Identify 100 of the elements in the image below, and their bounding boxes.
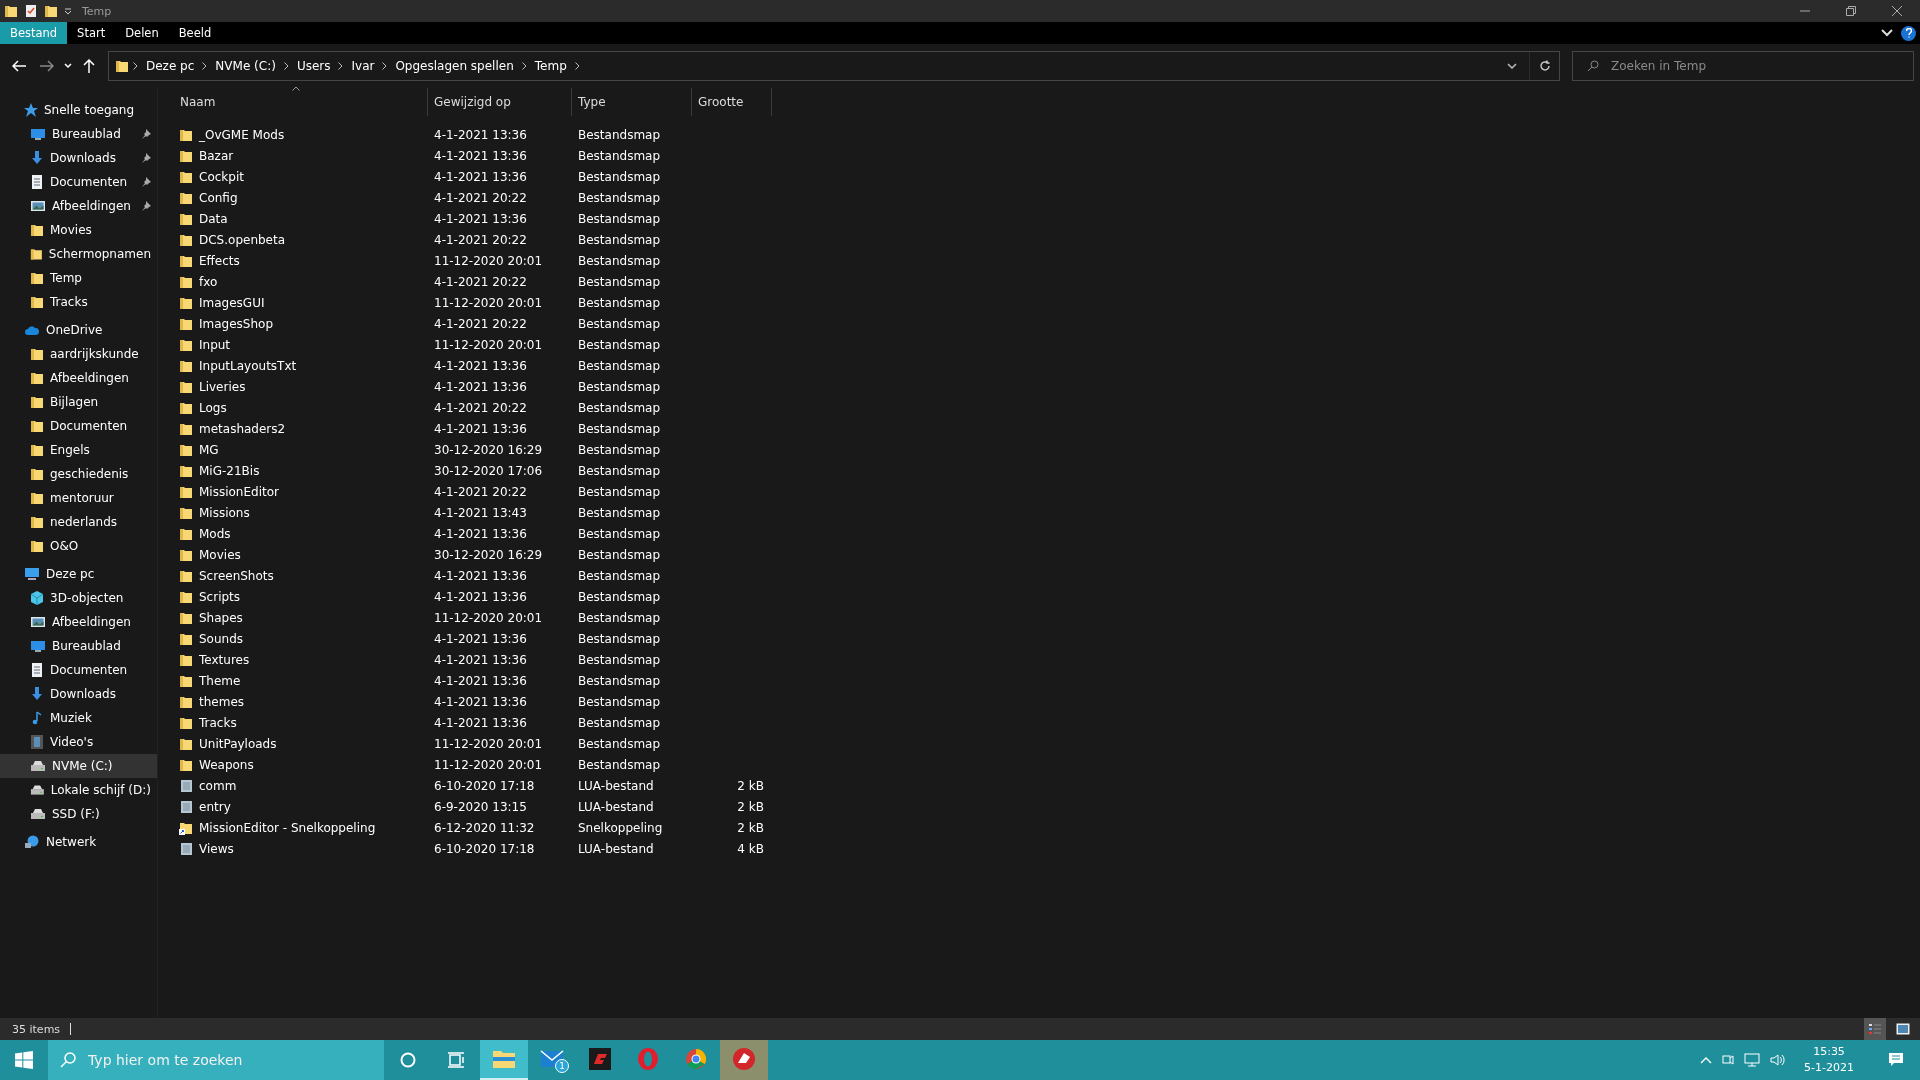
sidebar-item[interactable]: NVMe (C:) xyxy=(0,754,157,778)
file-name[interactable]: Input xyxy=(199,337,231,352)
game-logo-icon[interactable] xyxy=(733,1048,755,1070)
file-name[interactable]: comm xyxy=(199,778,237,793)
file-name[interactable]: Config xyxy=(199,190,238,205)
sidebar-item[interactable]: mentoruur xyxy=(0,486,157,510)
sidebar-item[interactable]: Muziek xyxy=(0,706,157,730)
volume-icon[interactable] xyxy=(1770,1053,1787,1067)
network-icon[interactable] xyxy=(1744,1053,1761,1067)
ribbon-tab[interactable]: Beeld xyxy=(168,22,222,44)
file-name[interactable]: ScreenShots xyxy=(199,568,274,583)
column-header[interactable]: Grootte xyxy=(692,88,772,116)
file-name[interactable]: DCS.openbeta xyxy=(199,232,286,247)
file-name[interactable]: entry xyxy=(199,799,231,814)
game-app-icon[interactable] xyxy=(589,1048,611,1070)
breadcrumb-item[interactable]: Deze pc xyxy=(142,59,199,73)
sidebar-item[interactable]: Lokale schijf (D:) xyxy=(0,778,157,802)
sidebar-item[interactable]: Documenten xyxy=(0,658,157,682)
breadcrumb-item[interactable]: Users xyxy=(292,59,335,73)
notifications-icon[interactable] xyxy=(1888,1052,1904,1068)
sidebar-item[interactable]: Documenten xyxy=(0,414,157,438)
chevron-down-icon[interactable] xyxy=(1507,63,1517,69)
file-name[interactable]: Sounds xyxy=(199,631,244,646)
file-name[interactable]: Shapes xyxy=(199,610,243,625)
sidebar-item[interactable]: nederlands xyxy=(0,510,157,534)
sidebar-item[interactable]: Afbeeldingen xyxy=(0,610,157,634)
taskbar-app[interactable] xyxy=(720,1040,768,1080)
file-name[interactable]: Theme xyxy=(199,673,241,688)
file-name[interactable]: MissionEditor - Snelkoppeling xyxy=(199,820,376,835)
file-name[interactable]: Weapons xyxy=(199,757,254,772)
sidebar-item[interactable]: Bijlagen xyxy=(0,390,157,414)
file-name[interactable]: InputLayoutsTxt xyxy=(199,358,297,373)
sidebar-item[interactable]: Afbeeldingen xyxy=(0,194,157,218)
sidebar-item[interactable]: OneDrive xyxy=(0,318,157,342)
restore-icon[interactable] xyxy=(1846,6,1856,16)
up-arrow-icon[interactable] xyxy=(83,59,95,73)
ribbon-tab[interactable]: Start xyxy=(67,22,116,44)
file-name[interactable]: Textures xyxy=(199,652,250,667)
webcam-icon[interactable] xyxy=(1722,1053,1735,1067)
ribbon-tab[interactable]: Delen xyxy=(115,22,169,44)
sidebar-item[interactable]: Downloads xyxy=(0,146,157,170)
file-name[interactable]: Liveries xyxy=(199,379,246,394)
column-header[interactable]: Type xyxy=(572,88,692,116)
dropdown-icon[interactable] xyxy=(64,7,72,15)
circle-icon[interactable] xyxy=(400,1052,416,1068)
clock[interactable]: 15:35 5-1-2021 xyxy=(1796,1044,1862,1076)
help-button[interactable] xyxy=(1901,25,1916,41)
sidebar-item[interactable]: Documenten xyxy=(0,170,157,194)
file-name[interactable]: Data xyxy=(199,211,228,226)
forward-arrow-icon[interactable] xyxy=(40,60,54,72)
chrome-logo-icon[interactable] xyxy=(685,1048,707,1070)
file-name[interactable]: Views xyxy=(199,841,234,856)
chevron-up-icon[interactable] xyxy=(1700,1056,1713,1064)
file-name[interactable]: Bazar xyxy=(199,148,234,163)
address-bar[interactable]: Deze pc NVMe (C:) Users Ivar Opgeslagen spellen Temp xyxy=(108,51,1560,81)
details-view-button[interactable] xyxy=(1864,1018,1886,1040)
sidebar-item[interactable]: Netwerk xyxy=(0,830,157,854)
sidebar-item[interactable]: aardrijkskunde xyxy=(0,342,157,366)
file-name[interactable]: ImagesShop xyxy=(199,316,273,331)
sidebar-item[interactable]: Movies xyxy=(0,218,157,242)
file-name[interactable]: MissionEditor xyxy=(199,484,279,499)
sidebar-item[interactable]: O&O xyxy=(0,534,157,558)
file-name[interactable]: Cockpit xyxy=(199,169,244,184)
sidebar-item[interactable]: Temp xyxy=(0,266,157,290)
column-header[interactable]: Gewijzigd op xyxy=(428,88,572,116)
breadcrumb-item[interactable]: Opgeslagen spellen xyxy=(391,59,518,73)
sidebar-item[interactable]: Video's xyxy=(0,730,157,754)
file-name[interactable]: themes xyxy=(199,694,245,709)
file-name[interactable]: Effects xyxy=(199,253,240,268)
sidebar-item[interactable]: Snelle toegang xyxy=(0,98,157,122)
search-field[interactable]: Zoeken in Temp xyxy=(1572,51,1914,81)
sidebar-item[interactable]: Schermopnamen xyxy=(0,242,157,266)
file-name[interactable]: Mods xyxy=(199,526,231,541)
file-name[interactable]: UnitPayloads xyxy=(199,736,277,751)
sidebar-item[interactable]: SSD (F:) xyxy=(0,802,157,826)
sidebar-item[interactable]: geschiedenis xyxy=(0,462,157,486)
file-name[interactable]: ImagesGUI xyxy=(199,295,265,310)
file-name[interactable]: MG xyxy=(199,442,219,457)
task-view-icon[interactable] xyxy=(447,1052,465,1068)
breadcrumb-item[interactable]: Ivar xyxy=(347,59,379,73)
windows-logo-icon[interactable] xyxy=(15,1051,33,1069)
chevron-down-icon[interactable] xyxy=(1881,29,1893,37)
file-name[interactable]: MiG-21Bis xyxy=(199,463,260,478)
sidebar-item[interactable]: Bureaublad xyxy=(0,122,157,146)
sidebar-item[interactable]: Downloads xyxy=(0,682,157,706)
close-icon[interactable] xyxy=(1892,6,1902,16)
file-name[interactable]: metashaders2 xyxy=(199,421,286,436)
envelope-icon[interactable] xyxy=(540,1050,564,1068)
sidebar-item[interactable]: Tracks xyxy=(0,290,157,314)
sidebar-item[interactable]: Bureaublad xyxy=(0,634,157,658)
taskbar-app[interactable] xyxy=(480,1040,528,1080)
sidebar-item[interactable]: Deze pc xyxy=(0,562,157,586)
breadcrumb-item[interactable]: NVMe (C:) xyxy=(211,59,280,73)
file-name[interactable]: Movies xyxy=(199,547,241,562)
sidebar-item[interactable]: 3D-objecten xyxy=(0,586,157,610)
column-header[interactable]: Naam xyxy=(174,88,428,116)
sidebar-item[interactable]: Engels xyxy=(0,438,157,462)
folder-icon[interactable] xyxy=(492,1049,516,1069)
properties-icon[interactable] xyxy=(24,4,38,18)
breadcrumb-item[interactable]: Temp xyxy=(530,59,571,73)
